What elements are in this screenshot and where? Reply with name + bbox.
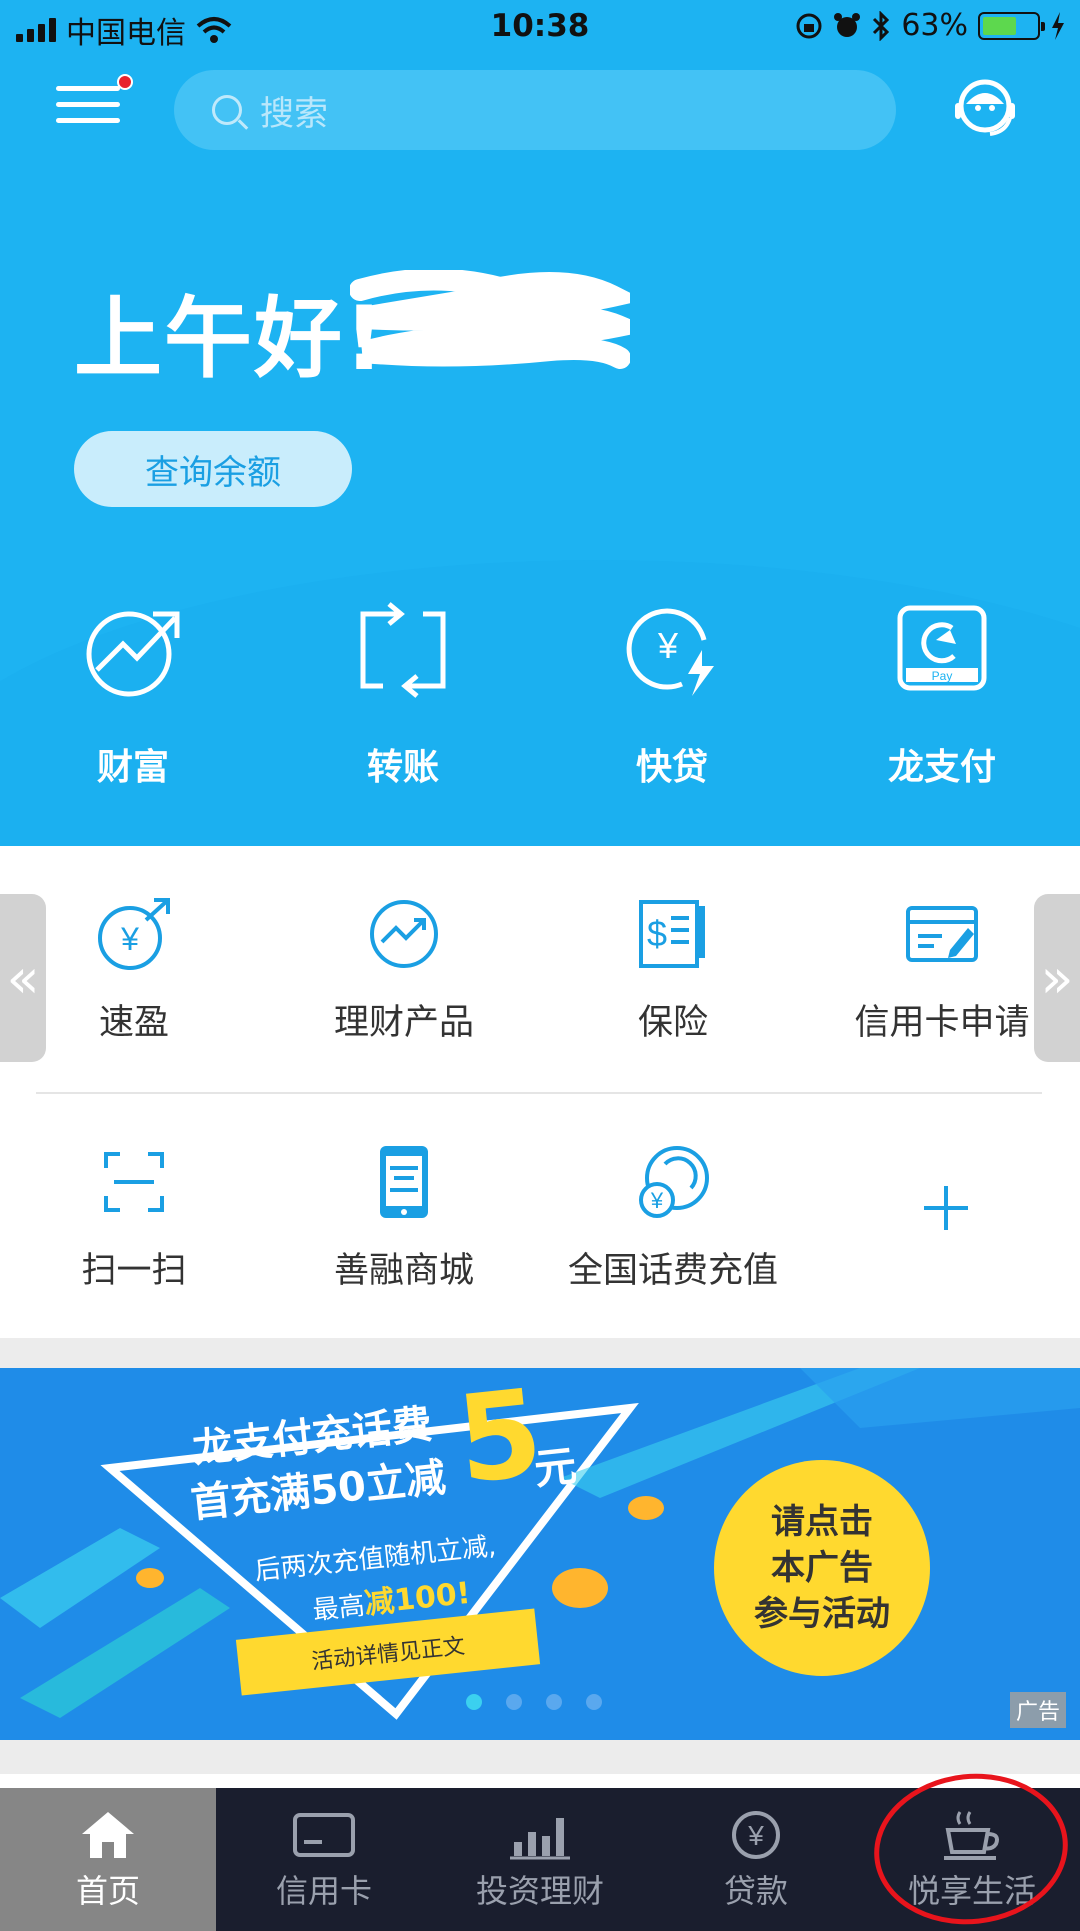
finance-product-icon [370,900,438,968]
rotation-lock-icon [796,13,822,38]
svg-text:$: $ [647,913,667,954]
bar-chart-icon [510,1818,570,1860]
redacted-name-scribble [350,270,630,369]
service-credit-card-apply[interactable]: 信用卡申请 [822,896,1062,1045]
service-label: 理财产品 [333,1003,474,1043]
ad-label: 广告 [1009,1692,1066,1728]
svg-text:¥: ¥ [747,1820,764,1851]
yuan-coin-icon: ¥ [732,1811,780,1859]
quick-action-quick-loan[interactable]: ¥ 快贷 [577,600,767,790]
svg-text:¥: ¥ [657,625,679,666]
service-label: 扫一扫 [81,1251,187,1291]
tab-investment[interactable]: 投资理财 [432,1788,648,1931]
phone-recharge-icon: ¥ [639,1146,709,1218]
quick-action-transfer[interactable]: 转账 [308,600,498,790]
search-icon [212,95,242,125]
header-hero: 中国电信 10:38 63% 搜索 上午好! 查询余额 财富 转账 ¥ 快贷 P… [0,0,1080,846]
bluetooth-icon [873,10,890,41]
credit-card-icon [293,1813,355,1857]
quick-loan-icon: ¥ [626,608,714,696]
add-service-button[interactable] [826,1182,1066,1234]
service-mall[interactable]: 善融商城 [284,1144,524,1293]
cta-line: 参与活动 [754,1594,890,1634]
tab-home[interactable]: 首页 [0,1788,216,1931]
battery-fill [983,16,1016,35]
service-finance-products[interactable]: 理财产品 [284,896,524,1045]
service-insurance[interactable]: $ 保险 [553,896,793,1045]
wealth-arrow-icon [86,611,180,697]
service-suying[interactable]: ¥ 速盈 [14,896,254,1045]
tab-label: 投资理财 [475,1872,604,1910]
alarm-icon [834,12,861,37]
cta-line: 请点击 [771,1502,873,1542]
svg-text:¥: ¥ [120,921,139,957]
tab-label: 首页 [75,1872,140,1910]
tab-label: 贷款 [723,1872,788,1910]
customer-service-icon[interactable] [950,74,1020,144]
plus-icon [924,1186,968,1230]
quick-action-label: 龙支付 [887,747,996,788]
quick-action-label: 财富 [96,747,169,788]
search-placeholder: 搜索 [260,93,328,134]
menu-button[interactable] [56,86,120,134]
service-phone-recharge[interactable]: ¥ 全国话费充值 [553,1144,793,1293]
scan-icon [104,1152,164,1212]
mall-phone-icon [380,1146,428,1218]
quick-action-label: 快贷 [635,747,708,788]
carousel-dot[interactable] [466,1694,482,1710]
service-label: 信用卡申请 [854,1003,1030,1043]
svg-text:Pay: Pay [932,669,953,683]
battery-icon [978,11,1045,40]
charging-icon [1052,11,1064,40]
coffee-cup-icon [944,1811,999,1860]
home-icon [82,1812,134,1858]
service-label: 善融商城 [333,1251,474,1291]
status-bar: 中国电信 10:38 63% [0,0,1080,54]
promo-banner[interactable]: 龙支付充话费 首充满50立减 5 元 后两次充值随机立减, 最高减100! 活动… [0,1368,1080,1740]
check-balance-button[interactable]: 查询余额 [74,431,352,507]
tab-loan[interactable]: ¥ 贷款 [648,1788,864,1931]
tab-lifestyle[interactable]: 悦享生活 [864,1788,1080,1931]
search-bar[interactable]: 搜索 [174,70,896,150]
credit-card-apply-icon [906,906,978,962]
insurance-icon: $ [639,900,705,968]
bottom-tab-bar: 首页 信用卡 投资理财 ¥ 贷款 悦享生活 [0,1788,1080,1931]
svg-text:¥: ¥ [650,1188,664,1213]
tab-label: 悦享生活 [907,1872,1036,1910]
service-label: 速盈 [98,1003,169,1043]
long-pay-icon: Pay [897,605,987,691]
banner-unit: 元 [531,1440,579,1495]
banner-cta-circle[interactable]: 请点击 本广告 参与活动 [714,1460,930,1676]
service-label: 全国话费充值 [567,1251,778,1291]
carousel-dots [466,1694,602,1710]
notification-dot [117,74,133,90]
transfer-icon [360,602,446,698]
cta-line: 本广告 [771,1548,873,1588]
yuan-swap-icon: ¥ [98,898,170,970]
section-separator [0,1338,1080,1368]
grid-divider [36,1092,1042,1094]
banner-subtitle-prefix: 最高 [311,1590,367,1627]
service-label: 保险 [637,1003,708,1043]
greeting-text: 上午好! [74,287,387,390]
quick-action-long-pay[interactable]: Pay 龙支付 [847,600,1037,790]
section-separator [0,1740,1080,1774]
tab-credit-card[interactable]: 信用卡 [216,1788,432,1931]
battery-percent: 63% [901,8,968,43]
tab-label: 信用卡 [275,1872,372,1910]
carousel-dot[interactable] [506,1694,522,1710]
carousel-dot[interactable] [546,1694,562,1710]
status-right: 63% [795,8,1066,43]
carousel-dot[interactable] [586,1694,602,1710]
quick-action-wealth[interactable]: 财富 [38,600,228,790]
quick-action-label: 转账 [366,747,439,788]
service-scan[interactable]: 扫一扫 [14,1144,254,1293]
